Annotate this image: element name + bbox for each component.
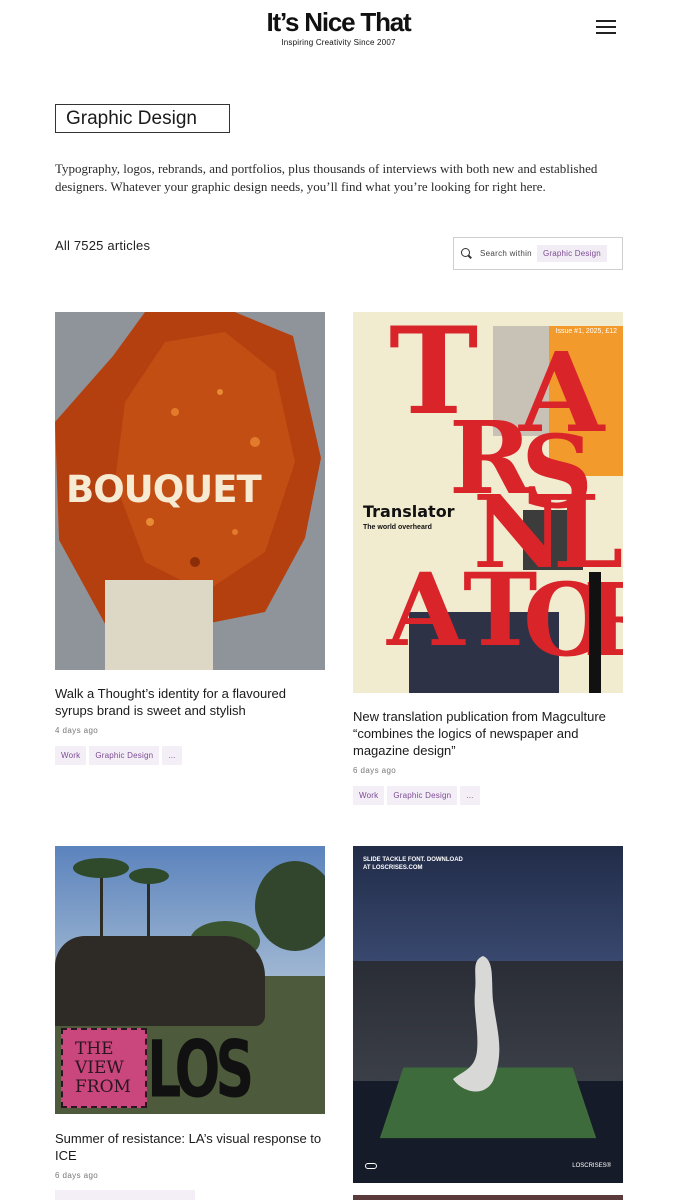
category-description: Typography, logos, rebrands, and portfol… [55,161,598,194]
search-label: Search within [480,249,532,258]
view-from-text: THE VIEW FROM [75,1039,131,1097]
sculpture-graphic [453,956,500,1092]
site-logo[interactable]: It’s Nice That Inspiring Creativity Sinc… [0,7,677,47]
article-image-translator[interactable]: T A R S N L A T O R Translator The world… [353,312,623,693]
article-date: 4 days ago [55,726,99,735]
article-title[interactable]: Summer of resistance: LA’s visual respon… [55,1130,325,1164]
pole-silhouette [589,572,601,693]
site-header: It’s Nice That Inspiring Creativity Sinc… [0,0,677,62]
logo-title: It’s Nice That [266,7,411,37]
article-image-stadium[interactable]: SLIDE TACKLE FONT. DOWNLOAD AT LOSCRISES… [353,846,623,1183]
tag-work[interactable]: Work [55,746,87,765]
tag-graphic-design[interactable]: Graphic Design [387,786,458,805]
article-image-bouquet[interactable]: BOUQUET [55,312,325,670]
bouquet-wordmark: BOUQUET [66,468,262,511]
article-tags: Work Graphic Design ... [55,746,182,765]
translator-subtitle: The world overheard [363,524,432,531]
page-title: Graphic Design [55,104,230,133]
promo-text: SLIDE TACKLE FONT. DOWNLOAD AT LOSCRISES… [363,857,463,871]
tag-more[interactable]: ... [460,786,480,805]
brand-mark-icon [365,1163,377,1169]
the-view-from-badge: THE VIEW FROM [61,1028,147,1108]
translator-masthead: Translator [363,502,455,521]
crowd-graphic [55,936,265,1026]
sugar-cube-graphic [105,580,213,670]
article-date: 6 days ago [353,766,397,775]
tag-graphic-design[interactable]: Graphic Design [89,746,160,765]
article-tags: Work Graphic Design ... [353,786,480,805]
search-icon [460,247,474,261]
los-angeles-wordmark: LOS ANGELES [147,1024,254,1114]
loscrises-brand: LOSCRISES® [572,1163,611,1169]
article-title[interactable]: New translation publication from Magcult… [353,708,621,759]
article-count: All 7525 articles [55,238,151,253]
hamburger-menu-icon[interactable] [596,20,616,36]
article-date: 6 days ago [55,1171,99,1180]
logo-tagline: Inspiring Creativity Since 2007 [281,38,396,47]
search-within-field[interactable]: Search within Graphic Design [453,237,623,270]
article-tags [55,1190,195,1200]
article-image-los-angeles[interactable]: THE VIEW FROM LOS ANGELES [55,846,325,1114]
tag-work[interactable]: Work [353,786,385,805]
next-article-image[interactable] [353,1195,623,1200]
translator-issue: Issue #1, 2025, £12 [555,328,618,335]
tag-more[interactable]: ... [162,746,182,765]
letter-a2: A [387,551,465,669]
search-filter-chip[interactable]: Graphic Design [536,245,607,262]
article-title[interactable]: Walk a Thought’s identity for a flavoure… [55,685,325,719]
